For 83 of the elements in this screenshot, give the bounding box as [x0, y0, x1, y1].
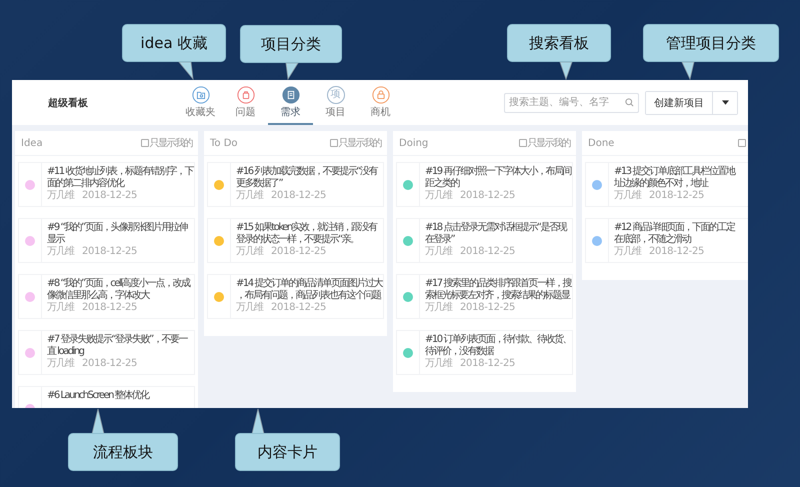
- card-title: #9 “我的”页面，头像那张图片用拉伸显示: [47, 222, 188, 246]
- author-name: 万几维: [614, 246, 641, 258]
- task-card[interactable]: #17 搜索里的品类排序跟首页一样，搜索框光标要左对齐，搜索结果的标题显 万几维 2018-12-25: [396, 274, 573, 319]
- card-date: 2018-12-25: [460, 246, 516, 258]
- column-title: Done: [588, 138, 614, 148]
- author-name: 万几维: [425, 246, 452, 258]
- task-card[interactable]: #15 如果token实效，就注销，跟没有登录的状态一样，不要提示“亲。 万几维 2018-12-25: [207, 218, 384, 263]
- card-title: #8 “我的”页面，cell高度小一点，改成像微信里那么高，字体改大: [47, 278, 191, 302]
- card-title: #17 搜索里的品类排序跟首页一样，搜索框光标要左对齐，搜索结果的标题显: [425, 278, 572, 302]
- checkbox[interactable]: [738, 139, 746, 147]
- task-card[interactable]: #18 点击登录无需对话框提示“是否现在登录” 万几维 2018-12-25: [396, 218, 573, 263]
- category-tab[interactable]: 商机: [358, 80, 403, 125]
- card-title: #10 订单列表页面，待付款、待收货、待评价，没有数据: [425, 334, 572, 358]
- author-name: 万几维: [425, 358, 452, 370]
- leader-line: [286, 62, 299, 80]
- card-date: 2018-12-25: [82, 190, 138, 202]
- task-card[interactable]: #16 列表加载完数据，不要提示“没有更多数据了” 万几维 2018-12-25: [207, 162, 384, 207]
- callout-label: 项目分类: [240, 25, 342, 63]
- task-card[interactable]: #12 商品详细页面，下面的工定在底部，不随之滑动 万几维 2018-12-25: [585, 218, 748, 263]
- card-title: #18 点击登录无需对话框提示“是否现在登录”: [425, 222, 568, 246]
- card-date: 2018-12-25: [460, 358, 516, 370]
- task-card[interactable]: #13 提交订单底部工具栏位置地址边缘的颜色不对，地址 万几维 2018-12-25: [585, 162, 748, 207]
- app-title: 超级看板: [48, 96, 89, 110]
- card-date: 2018-12-25: [649, 246, 704, 258]
- author-name: 万几维: [47, 246, 74, 258]
- card-date: 2018-12-25: [271, 246, 326, 258]
- callout-label: idea 收藏: [122, 24, 226, 62]
- card-date: 2018-12-25: [460, 302, 516, 314]
- checkbox[interactable]: [140, 139, 148, 147]
- author-name: 万几维: [236, 190, 263, 202]
- task-card[interactable]: #11 收货地址列表，标题有错别字，下面的第二排内容优化 万几维 2018-12-25: [18, 162, 195, 207]
- card-date: 2018-12-25: [271, 302, 326, 314]
- callout-label: 搜索看板: [507, 24, 611, 62]
- task-card[interactable]: #19 再仔细对照一下字体大小，布局间距之类的 万几维 2018-12-25: [396, 162, 573, 207]
- create-button[interactable]: 创建新项目: [646, 92, 713, 114]
- card-date: 2018-12-25: [82, 246, 138, 258]
- category-tab[interactable]: 收藏夹: [178, 80, 223, 125]
- card-title: #7 登录失败提示“登录失败”，不要一直 loading: [47, 334, 188, 358]
- leader-line: [92, 408, 104, 434]
- author-name: 万几维: [47, 190, 74, 202]
- card-title: #12 商品详细页面，下面的工定在底部，不随之滑动: [614, 222, 736, 246]
- checkbox[interactable]: [330, 139, 338, 147]
- column-title: Doing: [399, 138, 428, 148]
- author-name: 万几维: [425, 190, 452, 202]
- category-tab[interactable]: 项 项目: [313, 80, 358, 125]
- task-card[interactable]: #7 登录失败提示“登录失败”，不要一直 loading 万几维 2018-12-25: [18, 330, 195, 375]
- category-tab[interactable]: 问题: [223, 80, 268, 125]
- column-title: Idea: [21, 138, 43, 148]
- card-date: 2018-12-25: [271, 190, 326, 202]
- card-title: #15 如果token实效，就注销，跟没有登录的状态一样，不要提示“亲。: [236, 222, 378, 246]
- column-title: To Do: [210, 138, 238, 148]
- leader-line: [252, 408, 264, 434]
- card-date: 2018-12-25: [649, 190, 704, 202]
- author-name: 万几维: [614, 190, 641, 202]
- checkbox[interactable]: [518, 139, 526, 147]
- callout-label: 管理项目分类: [643, 24, 779, 62]
- card-date: 2018-12-25: [82, 358, 138, 370]
- card-date: 2018-12-25: [82, 302, 138, 314]
- card-title: #19 再仔细对照一下字体大小，布局间距之类的: [425, 166, 572, 190]
- task-card[interactable]: #14 提交订单的商品清单页面图片过大，布局有问题，商品列表也有这个问题 万几维 2018-12-25: [207, 274, 384, 319]
- leader-line: [559, 62, 573, 80]
- author-name: 万几维: [47, 302, 74, 314]
- callout-label: 流程板块: [68, 433, 178, 471]
- card-title: #11 收货地址列表，标题有错别字，下面的第二排内容优化: [47, 166, 194, 190]
- author-name: 万几维: [47, 358, 74, 370]
- character-icon: 项: [326, 86, 344, 104]
- author-name: 万几维: [236, 302, 263, 314]
- category-tab[interactable]: 需求: [268, 80, 313, 125]
- card-title: #16 列表加载完数据，不要提示“没有更多数据了”: [236, 166, 378, 190]
- task-card[interactable]: #8 “我的”页面，cell高度小一点，改成像微信里那么高，字体改大 万几维 2018-12-25: [18, 274, 195, 319]
- author-name: 万几维: [425, 302, 452, 314]
- card-date: 2018-12-25: [460, 190, 516, 202]
- caret-icon: [722, 100, 728, 105]
- leader-line: [681, 62, 694, 80]
- author-name: 万几维: [236, 246, 263, 258]
- leader-line: [178, 62, 194, 80]
- task-card[interactable]: #10 订单列表页面，待付款、待收货、待评价，没有数据 万几维 2018-12-25: [396, 330, 573, 375]
- card-title: #14 提交订单的商品清单页面图片过大，布局有问题，商品列表也有这个问题: [236, 278, 384, 302]
- card-title: #13 提交订单底部工具栏位置地址边缘的颜色不对，地址: [614, 166, 736, 190]
- search-icon[interactable]: [625, 98, 634, 107]
- task-card[interactable]: #9 “我的”页面，头像那张图片用拉伸显示 万几维 2018-12-25: [18, 218, 195, 263]
- callout-label: 内容卡片: [235, 433, 340, 471]
- card-title: #6 LaunchScreen 整体优化: [47, 390, 150, 402]
